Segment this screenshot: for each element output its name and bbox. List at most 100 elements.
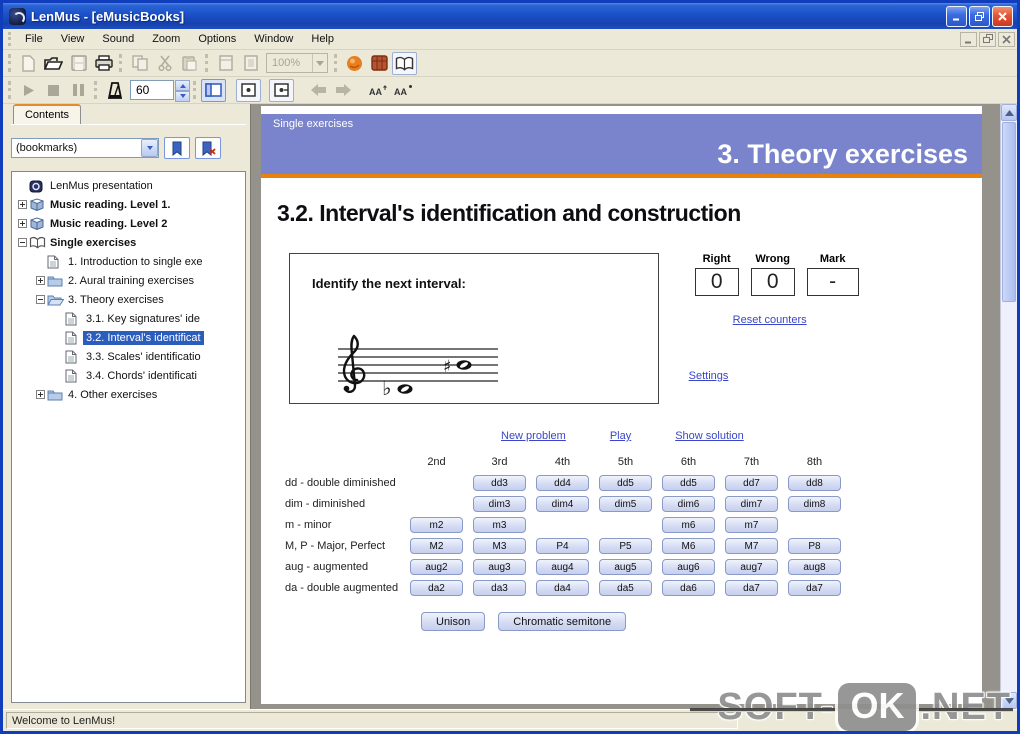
menu-zoom[interactable]: Zoom xyxy=(143,30,189,48)
interval-button[interactable]: aug5 xyxy=(599,559,652,575)
add-bookmark-button[interactable] xyxy=(164,137,190,159)
page-setup-button[interactable] xyxy=(213,52,238,75)
play-link[interactable]: Play xyxy=(610,430,631,442)
tree-item[interactable]: LenMus presentation xyxy=(14,176,243,195)
music-book-button[interactable] xyxy=(392,51,417,75)
show-solution-link[interactable]: Show solution xyxy=(675,430,744,442)
expander-minus-icon[interactable] xyxy=(16,238,29,247)
tree-item-label[interactable]: 3.3. Scales' identificatio xyxy=(83,350,204,364)
interval-button[interactable]: da2 xyxy=(410,580,463,596)
print-preview-button[interactable] xyxy=(238,52,263,75)
tree-item[interactable]: 3.3. Scales' identificatio xyxy=(14,347,243,366)
expander-plus-icon[interactable] xyxy=(34,276,47,285)
mdi-minimize-button[interactable] xyxy=(960,31,977,47)
interval-button[interactable]: dd4 xyxy=(536,475,589,491)
interval-button[interactable]: da7 xyxy=(725,580,778,596)
tree-item[interactable]: 2. Aural training exercises xyxy=(14,271,243,290)
menu-window[interactable]: Window xyxy=(245,30,302,48)
tree-item[interactable]: 3.2. Interval's identificat xyxy=(14,328,243,347)
tree-item[interactable]: Music reading. Level 1. xyxy=(14,195,243,214)
interval-button[interactable]: P5 xyxy=(599,538,652,554)
interval-button[interactable]: dim6 xyxy=(662,496,715,512)
tree-item[interactable]: Single exercises xyxy=(14,233,243,252)
font-increase-button[interactable]: AA xyxy=(366,79,391,102)
stop-button[interactable] xyxy=(41,79,66,102)
tree-item[interactable]: Music reading. Level 2 xyxy=(14,214,243,233)
midi-sound-button[interactable] xyxy=(342,52,367,75)
page-view-button-2[interactable] xyxy=(269,78,294,102)
interval-button[interactable]: da7 xyxy=(788,580,841,596)
print-button[interactable] xyxy=(91,52,116,75)
toolbar-grip[interactable] xyxy=(205,53,210,73)
interval-button[interactable]: dim8 xyxy=(788,496,841,512)
tempo-spinner[interactable] xyxy=(175,80,190,102)
mdi-restore-button[interactable] xyxy=(979,31,996,47)
settings-link[interactable]: Settings xyxy=(689,370,729,382)
tree-item[interactable]: 3.1. Key signatures' ide xyxy=(14,309,243,328)
interval-button[interactable]: aug7 xyxy=(725,559,778,575)
open-file-button[interactable] xyxy=(41,52,66,75)
tree-item-label[interactable]: Music reading. Level 2 xyxy=(47,217,170,231)
toggle-sidebar-button[interactable] xyxy=(201,78,226,102)
interval-button[interactable]: M7 xyxy=(725,538,778,554)
tree-item[interactable]: 4. Other exercises xyxy=(14,385,243,404)
interval-button[interactable]: m3 xyxy=(473,517,526,533)
title-bar[interactable]: LenMus - [eMusicBooks] xyxy=(3,3,1017,29)
new-problem-link[interactable]: New problem xyxy=(501,430,566,442)
tree-item-label[interactable]: 3. Theory exercises xyxy=(65,293,167,307)
interval-button[interactable]: dd8 xyxy=(788,475,841,491)
menu-view[interactable]: View xyxy=(52,30,94,48)
expander-plus-icon[interactable] xyxy=(34,390,47,399)
paste-button[interactable] xyxy=(177,52,202,75)
toolbar-grip[interactable] xyxy=(94,80,99,100)
page-view-button-1[interactable] xyxy=(236,78,261,102)
tree-item-label[interactable]: Music reading. Level 1. xyxy=(47,198,173,212)
interval-button[interactable]: M2 xyxy=(410,538,463,554)
font-decrease-button[interactable]: AA xyxy=(391,79,416,102)
toolbar-grip[interactable] xyxy=(8,80,13,100)
interval-button[interactable]: M3 xyxy=(473,538,526,554)
minimize-button[interactable] xyxy=(946,5,967,27)
scrollbar-thumb[interactable] xyxy=(1002,122,1016,302)
expander-plus-icon[interactable] xyxy=(16,219,29,228)
tree-item-label[interactable]: 3.2. Interval's identificat xyxy=(83,330,204,345)
reset-counters-link[interactable]: Reset counters xyxy=(733,314,807,326)
mdi-close-button[interactable] xyxy=(998,31,1015,47)
tree-item-label[interactable]: 3.1. Key signatures' ide xyxy=(83,312,203,326)
close-button[interactable] xyxy=(992,5,1013,27)
delete-bookmark-button[interactable] xyxy=(195,137,221,159)
interval-button[interactable]: dd5 xyxy=(599,475,652,491)
toolbar-grip[interactable] xyxy=(8,32,13,46)
vertical-scrollbar[interactable] xyxy=(1000,104,1017,709)
interval-button[interactable]: da5 xyxy=(599,580,652,596)
interval-button[interactable]: dim3 xyxy=(473,496,526,512)
menu-help[interactable]: Help xyxy=(302,30,343,48)
interval-button[interactable]: dim7 xyxy=(725,496,778,512)
tree-item[interactable]: 3. Theory exercises xyxy=(14,290,243,309)
interval-button[interactable]: dd7 xyxy=(725,475,778,491)
copy-button[interactable] xyxy=(127,52,152,75)
interval-button[interactable]: m6 xyxy=(662,517,715,533)
tree-item-label[interactable]: Single exercises xyxy=(47,236,139,250)
special-interval-button[interactable]: Unison xyxy=(421,612,486,631)
instrument-button[interactable] xyxy=(367,52,392,75)
interval-button[interactable]: P8 xyxy=(788,538,841,554)
tree-item-label[interactable]: 1. Introduction to single exe xyxy=(65,255,206,269)
interval-button[interactable]: dd5 xyxy=(662,475,715,491)
interval-button[interactable]: dim4 xyxy=(536,496,589,512)
tab-contents[interactable]: Contents xyxy=(13,104,81,124)
interval-button[interactable]: m7 xyxy=(725,517,778,533)
spinner-up-icon[interactable] xyxy=(175,80,190,91)
interval-button[interactable]: m2 xyxy=(410,517,463,533)
cut-button[interactable] xyxy=(152,52,177,75)
interval-button[interactable]: da3 xyxy=(473,580,526,596)
interval-button[interactable]: P4 xyxy=(536,538,589,554)
toolbar-grip[interactable] xyxy=(334,53,339,73)
scroll-up-button[interactable] xyxy=(1001,104,1017,121)
tree-item-label[interactable]: LenMus presentation xyxy=(47,179,156,193)
metronome-button[interactable] xyxy=(102,79,127,102)
zoom-select[interactable]: 100% xyxy=(266,53,328,73)
tempo-input[interactable] xyxy=(130,80,174,100)
interval-button[interactable]: da6 xyxy=(662,580,715,596)
tree-item-label[interactable]: 2. Aural training exercises xyxy=(65,274,197,288)
